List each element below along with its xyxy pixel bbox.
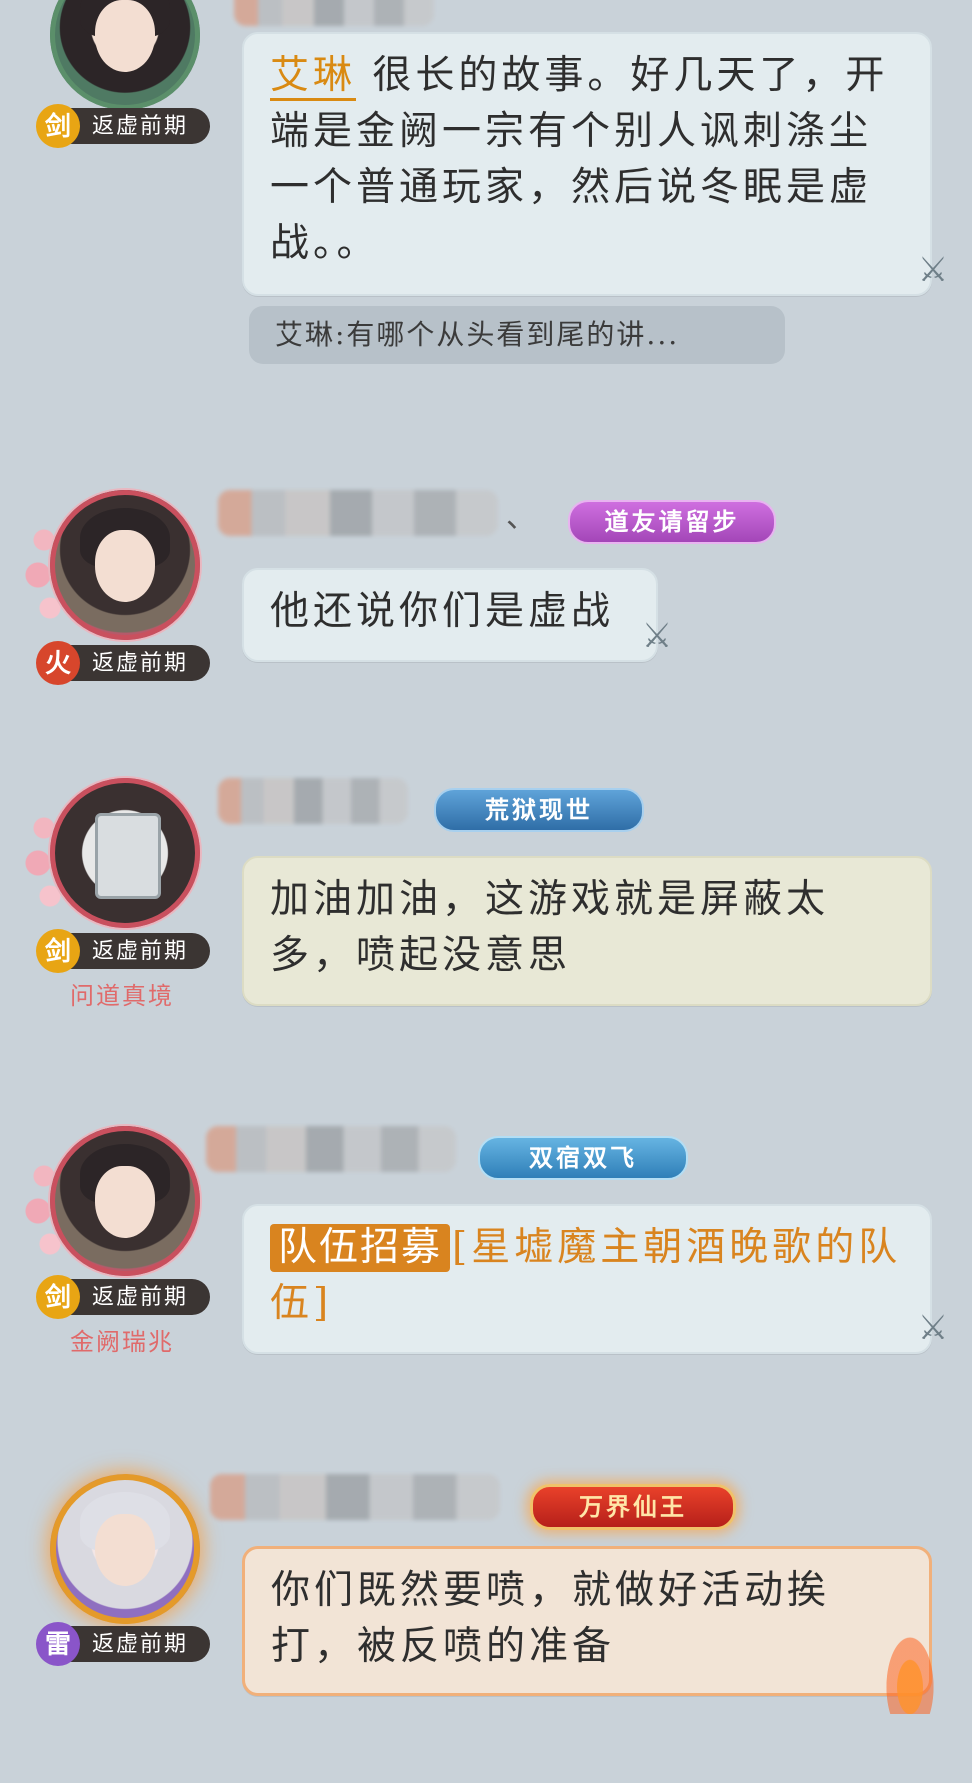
element-icon: 剑	[36, 1275, 80, 1319]
element-icon: 火	[36, 641, 80, 685]
rank-label: 返虚前期	[92, 650, 189, 675]
avatar[interactable]	[50, 1474, 200, 1624]
message-bubble[interactable]: 艾琳 很长的故事。好几天了，开端是金阙一宗有个别人讽刺涤尘一个普通玩家，然后说冬…	[242, 32, 932, 296]
sword-icon: ⚔	[917, 250, 949, 290]
player-name-blurred[interactable]	[218, 490, 498, 536]
player-name-blurred[interactable]	[210, 1474, 500, 1520]
sword-icon: ⚔	[917, 1308, 949, 1348]
rank-label: 返虚前期	[92, 113, 189, 138]
avatar[interactable]	[50, 1126, 200, 1276]
rank-badge: 雷 返虚前期	[36, 1622, 210, 1666]
message-bubble[interactable]: 队伍招募 [星墟魔主朝酒晚歌的队伍]	[242, 1204, 932, 1354]
rank-label: 返虚前期	[92, 1284, 189, 1309]
sect-name: 金阙瑞兆	[70, 1328, 174, 1356]
scroll-emblem-icon	[95, 813, 161, 899]
message-bubble[interactable]: 加油加油，这游戏就是屏蔽太多，喷起没意思	[242, 856, 932, 1006]
element-icon: 剑	[36, 929, 80, 973]
rank-badge: 火 返虚前期	[36, 641, 210, 685]
rank-label: 返虚前期	[92, 938, 189, 963]
team-recruit-tag[interactable]: 队伍招募	[270, 1224, 451, 1272]
rank-badge: 剑 返虚前期	[36, 1275, 210, 1319]
message-text: 他还说你们是虚战	[270, 589, 615, 634]
avatar[interactable]	[50, 778, 200, 928]
quoted-reply[interactable]: 艾琳:有哪个从头看到尾的讲...	[249, 306, 785, 364]
player-name-blurred[interactable]	[218, 778, 408, 824]
avatar-face	[95, 0, 155, 72]
mention-name[interactable]: 艾琳	[270, 53, 357, 101]
rank-badge: 剑 返虚前期	[36, 104, 210, 148]
title-badge[interactable]: 双宿双飞	[478, 1136, 688, 1180]
avatar[interactable]	[50, 0, 200, 110]
player-name-blurred[interactable]	[234, 0, 434, 26]
avatar-face	[95, 1514, 155, 1586]
title-badge[interactable]: 万界仙王	[530, 1484, 736, 1530]
player-name-blurred[interactable]	[206, 1126, 456, 1172]
avatar-face	[95, 530, 155, 602]
message-text: 加油加油，这游戏就是屏蔽太多，喷起没意思	[270, 877, 830, 978]
sword-icon: ⚔	[641, 616, 673, 656]
sect-name: 问道真境	[70, 982, 174, 1010]
element-icon: 剑	[36, 104, 80, 148]
message-text: 很长的故事。好几天了，开端是金阙一宗有个别人讽刺涤尘一个普通玩家，然后说冬眠是虚…	[270, 53, 889, 266]
rank-label: 返虚前期	[92, 1631, 189, 1656]
avatar-face	[95, 1166, 155, 1238]
name-separator: 、	[506, 500, 536, 535]
title-badge[interactable]: 道友请留步	[568, 500, 776, 544]
rank-badge: 剑 返虚前期	[36, 929, 210, 973]
flame-frame-decoration	[880, 1624, 940, 1714]
message-text: 你们既然要喷，就做好活动挨打，被反喷的准备	[271, 1568, 831, 1669]
message-bubble[interactable]: 你们既然要喷，就做好活动挨打，被反喷的准备	[242, 1546, 932, 1696]
element-icon: 雷	[36, 1622, 80, 1666]
message-bubble[interactable]: 他还说你们是虚战	[242, 568, 658, 662]
title-badge[interactable]: 荒狱现世	[434, 788, 644, 832]
avatar[interactable]	[50, 490, 200, 640]
